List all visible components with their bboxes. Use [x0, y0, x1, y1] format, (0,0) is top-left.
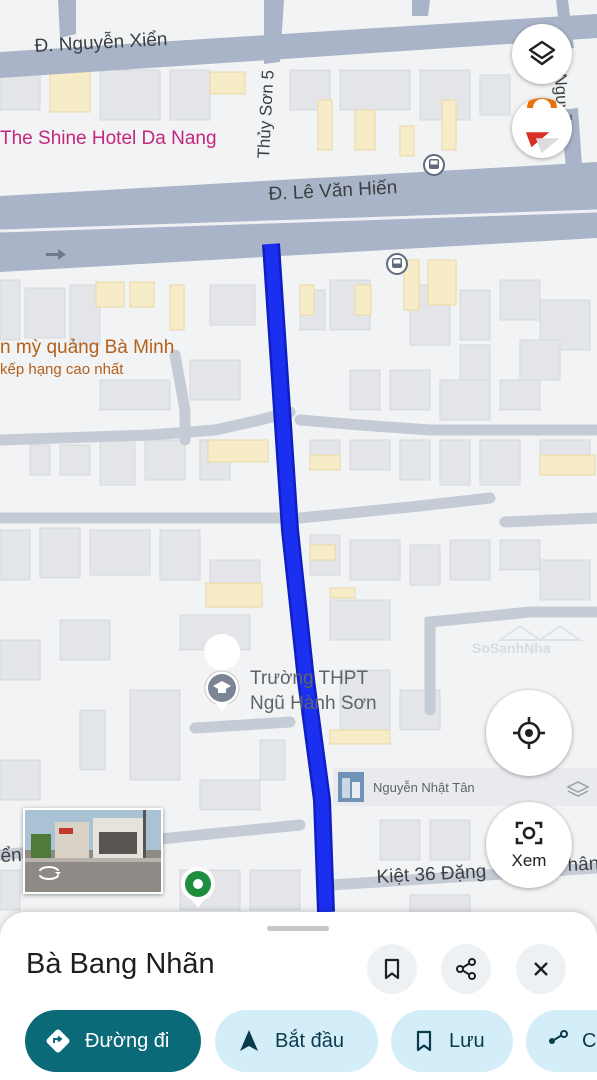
directions-chip-label: Đường đi	[85, 1029, 170, 1052]
street-view-rotate-icon	[39, 866, 61, 880]
compass-icon	[525, 98, 560, 154]
poi-sublabel-ba-minh: kếp hạng cao nhất	[0, 361, 124, 378]
share-icon-button[interactable]	[441, 944, 491, 994]
sheet-drag-handle[interactable]	[267, 926, 329, 931]
camera-lens-icon	[515, 821, 543, 845]
share-icon	[549, 1030, 568, 1044]
share-chip-label: C	[582, 1029, 597, 1052]
street-view-thumbnail[interactable]	[23, 808, 163, 894]
layers-button[interactable]	[512, 24, 572, 84]
poi-label-school-line1[interactable]: Trường THPT	[250, 667, 368, 691]
save-chip-label: Lưu	[449, 1029, 485, 1052]
bus-stop-icon	[386, 253, 408, 275]
close-icon	[534, 962, 548, 976]
photo-pin-label[interactable]: Nguyễn Nhật Tân	[373, 780, 475, 795]
start-chip-label: Bắt đầu	[275, 1029, 344, 1052]
bookmark-icon	[416, 1030, 432, 1052]
compass-button[interactable]	[512, 98, 572, 158]
save-icon-button[interactable]	[367, 944, 417, 994]
navigation-arrow-icon	[240, 1030, 258, 1051]
lens-label: Xem	[511, 851, 547, 870]
poi-label-school-line2[interactable]: Ngũ Hành Sơn	[250, 692, 377, 716]
bookmark-icon	[384, 958, 400, 980]
my-location-icon	[513, 717, 545, 749]
start-chip[interactable]: Bắt đầu	[215, 1010, 378, 1072]
poi-label-ba-minh[interactable]: n mỳ quảng Bà Minh	[0, 337, 174, 359]
directions-chip[interactable]: Đường đi	[25, 1010, 201, 1072]
share-icon	[456, 958, 476, 980]
system-nav-bar	[0, 1074, 597, 1080]
street-label-left-edge: ển	[0, 844, 23, 867]
street-label-kiet-36-tail: hân	[567, 853, 597, 876]
layers-icon	[528, 40, 556, 66]
directions-icon	[46, 1029, 70, 1053]
lens-button[interactable]: Xem	[486, 802, 572, 888]
share-chip[interactable]: C	[526, 1010, 597, 1072]
poi-label-shine-hotel[interactable]: The Shine Hotel Da Nang	[0, 128, 217, 150]
bus-stop-icon	[423, 154, 445, 176]
save-chip[interactable]: Lưu	[391, 1010, 513, 1072]
place-bottom-sheet[interactable]: Bà Bang Nhãn Đường đi Bắt đầu Lưu C	[0, 912, 597, 1080]
close-button[interactable]	[516, 944, 566, 994]
my-location-button[interactable]	[486, 690, 572, 776]
watermark-text: SoSanhNha	[472, 640, 551, 656]
place-title: Bà Bang Nhãn	[26, 948, 215, 980]
